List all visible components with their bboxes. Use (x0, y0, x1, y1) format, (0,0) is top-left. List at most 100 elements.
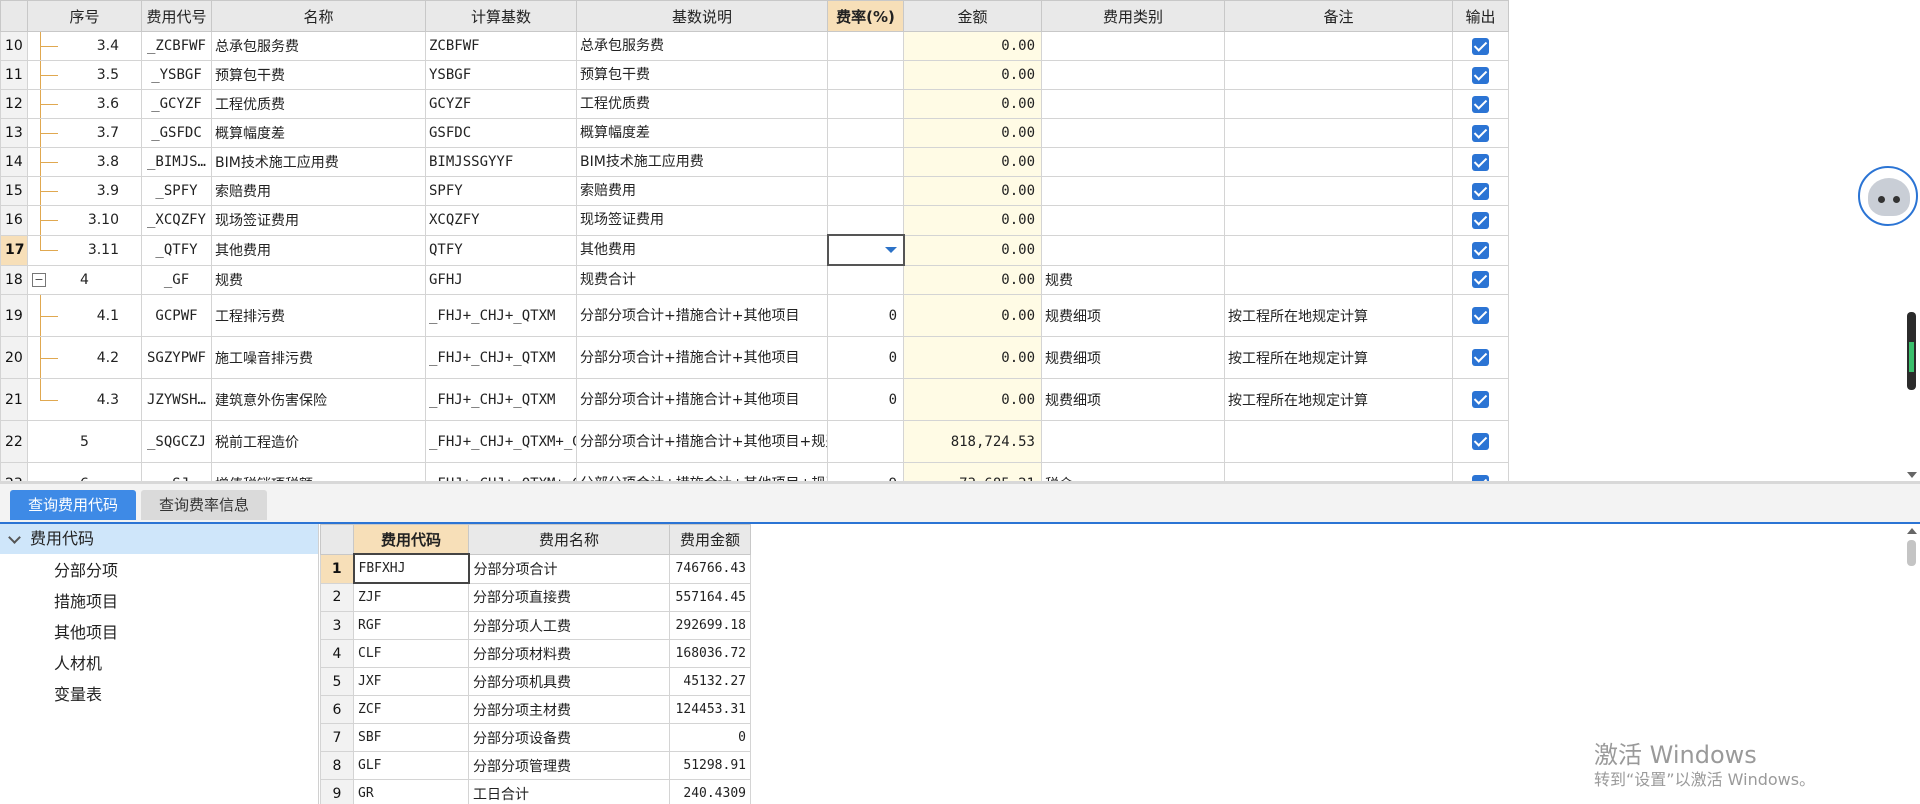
row-number[interactable]: 21 (0, 378, 28, 421)
category-cell[interactable] (1041, 89, 1225, 119)
fee-code-cell[interactable]: _SPFY (141, 176, 212, 206)
output-cell[interactable] (1452, 336, 1509, 379)
base-desc-cell[interactable]: 分部分项合计+措施合计+其他项目+规费 (576, 462, 828, 481)
col-output[interactable]: 输出 (1452, 0, 1509, 32)
fee-code-cell[interactable]: JXF (353, 667, 469, 696)
base-desc-cell[interactable]: 索赔费用 (576, 176, 828, 206)
top-vertical-scrollbar[interactable] (1903, 0, 1920, 481)
tree-item-fbfx[interactable]: 分部分项 (54, 556, 118, 586)
name-cell[interactable]: 建筑意外伤害保险 (211, 378, 426, 421)
chevron-down-icon[interactable] (8, 531, 21, 544)
fee-amount-cell[interactable]: 124453.31 (669, 695, 751, 724)
base-desc-cell[interactable]: 总承包服务费 (576, 31, 828, 61)
amount-cell[interactable]: 0.00 (903, 60, 1042, 90)
rate-cell[interactable] (827, 147, 904, 177)
output-checkbox[interactable] (1472, 241, 1489, 259)
row-number[interactable]: 23 (0, 462, 28, 481)
note-cell[interactable] (1224, 264, 1453, 295)
base-cell[interactable]: GFHJ (425, 264, 577, 295)
output-checkbox[interactable] (1472, 211, 1489, 229)
row-number[interactable]: 8 (320, 751, 354, 780)
name-cell[interactable]: 规费 (211, 264, 426, 295)
seq-cell[interactable]: 6 (27, 462, 142, 481)
output-cell[interactable] (1452, 264, 1509, 295)
category-cell[interactable] (1041, 31, 1225, 61)
scroll-thumb[interactable] (1907, 312, 1916, 390)
table-row[interactable]: 20 4.2 SGZYPWF 施工噪音排污费 _FHJ+_CHJ+_QTXM 分部分项合计… (0, 336, 1509, 379)
row-number[interactable]: 3 (320, 611, 354, 640)
tree-item-variables[interactable]: 变量表 (54, 680, 102, 710)
col-base[interactable]: 计算基数 (425, 0, 577, 32)
base-desc-cell[interactable]: 概算幅度差 (576, 118, 828, 148)
category-cell[interactable]: 规费细项 (1041, 294, 1225, 337)
category-cell[interactable]: 规费 (1041, 264, 1225, 295)
fee-code-cell[interactable]: FBFXHJ (352, 553, 470, 584)
seq-cell[interactable]: 3.4 (27, 31, 142, 61)
base-cell[interactable]: _FHJ+_CHJ+_QTXM+_GF (425, 420, 577, 463)
rate-cell[interactable] (827, 205, 904, 236)
note-cell[interactable] (1224, 89, 1453, 119)
amount-cell[interactable]: 0.00 (903, 378, 1042, 421)
output-cell[interactable] (1452, 462, 1509, 481)
seq-cell[interactable]: −4 (27, 264, 142, 295)
output-checkbox[interactable] (1472, 433, 1489, 450)
base-desc-cell[interactable]: 工程优质费 (576, 89, 828, 119)
base-desc-cell[interactable]: 分部分项合计+措施合计+其他项目 (576, 294, 828, 337)
col-fee-code[interactable]: 费用代号 (141, 0, 212, 32)
list-item[interactable]: 2 ZJF 分部分项直接费 557164.45 (320, 582, 751, 612)
fee-code-cell[interactable]: CLF (353, 639, 469, 668)
base-desc-cell[interactable]: 分部分项合计+措施合计+其他项目 (576, 378, 828, 421)
rate-cell[interactable] (827, 420, 904, 463)
amount-cell[interactable]: 0.00 (903, 294, 1042, 337)
fee-code-cell[interactable]: _GF (141, 264, 212, 295)
row-number[interactable]: 22 (0, 420, 28, 463)
seq-cell[interactable]: 3.6 (27, 89, 142, 119)
row-number[interactable]: 14 (0, 147, 28, 177)
row-number[interactable]: 19 (0, 294, 28, 337)
note-cell[interactable] (1224, 462, 1453, 481)
row-number[interactable]: 18 (0, 264, 28, 295)
rate-cell[interactable]: 0 (827, 378, 904, 421)
category-cell[interactable] (1041, 234, 1225, 266)
rate-cell[interactable] (827, 118, 904, 148)
base-cell[interactable]: SPFY (425, 176, 577, 206)
output-checkbox[interactable] (1472, 95, 1489, 113)
tab-query-fee-rate[interactable]: 查询费率信息 (141, 490, 268, 520)
amount-cell[interactable]: 73,685.21 (903, 462, 1042, 481)
note-cell[interactable] (1224, 147, 1453, 177)
col-category[interactable]: 费用类别 (1041, 0, 1225, 32)
dropdown-arrow-icon[interactable] (884, 247, 897, 253)
amount-cell[interactable]: 0.00 (903, 264, 1042, 295)
rate-cell[interactable]: 9 (827, 462, 904, 481)
output-checkbox[interactable] (1472, 182, 1489, 200)
output-checkbox[interactable] (1472, 271, 1489, 289)
rate-cell[interactable] (827, 89, 904, 119)
name-cell[interactable]: 预算包干费 (211, 60, 426, 90)
tree-root-fee-code[interactable]: 费用代码 (0, 524, 318, 554)
list-item[interactable]: 7 SBF 分部分项设备费 0 (320, 723, 751, 752)
note-cell[interactable] (1224, 118, 1453, 148)
category-cell[interactable]: 规费细项 (1041, 336, 1225, 379)
list-item[interactable]: 5 JXF 分部分项机具费 45132.27 (320, 667, 751, 696)
output-cell[interactable] (1452, 205, 1509, 236)
note-cell[interactable] (1224, 31, 1453, 61)
base-desc-cell[interactable]: 规费合计 (576, 264, 828, 295)
fee-code-cell[interactable]: _ZCBFWF (141, 31, 212, 61)
assistant-robot-icon[interactable] (1858, 166, 1918, 226)
name-cell[interactable]: 总承包服务费 (211, 31, 426, 61)
fee-code-cell[interactable]: ZCF (353, 695, 469, 724)
seq-cell[interactable]: 3.10 (27, 205, 142, 236)
table-row[interactable]: 17 3.11 _QTFY 其他费用 QTFY 其他费用 0.00 (0, 234, 1509, 266)
base-desc-cell[interactable]: BIM技术施工应用费 (576, 147, 828, 177)
amount-cell[interactable]: 0.00 (903, 234, 1042, 266)
output-checkbox[interactable] (1472, 153, 1489, 171)
base-cell[interactable]: GCYZF (425, 89, 577, 119)
seq-cell[interactable]: 3.8 (27, 147, 142, 177)
list-item[interactable]: 8 GLF 分部分项管理费 51298.91 (320, 751, 751, 780)
row-number[interactable]: 15 (0, 176, 28, 206)
col-rate[interactable]: 费率(%) (827, 0, 904, 32)
name-cell[interactable]: 工程优质费 (211, 89, 426, 119)
output-checkbox[interactable] (1472, 37, 1489, 55)
rate-cell[interactable]: 0 (827, 294, 904, 337)
name-cell[interactable]: 现场签证费用 (211, 205, 426, 236)
